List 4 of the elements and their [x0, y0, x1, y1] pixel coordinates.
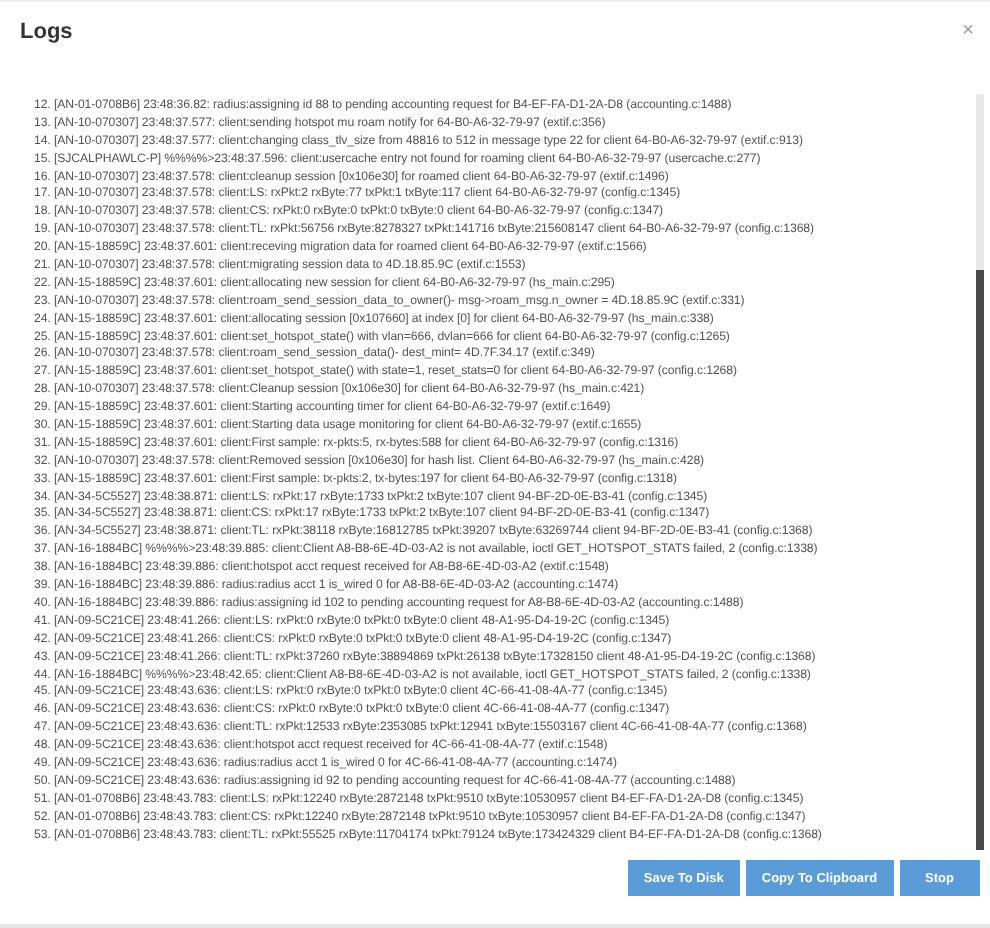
scrollbar-thumb[interactable] [976, 270, 984, 850]
scrollbar-track[interactable] [976, 94, 984, 850]
dialog-title: Logs [20, 20, 73, 44]
close-button[interactable]: × [962, 22, 974, 42]
